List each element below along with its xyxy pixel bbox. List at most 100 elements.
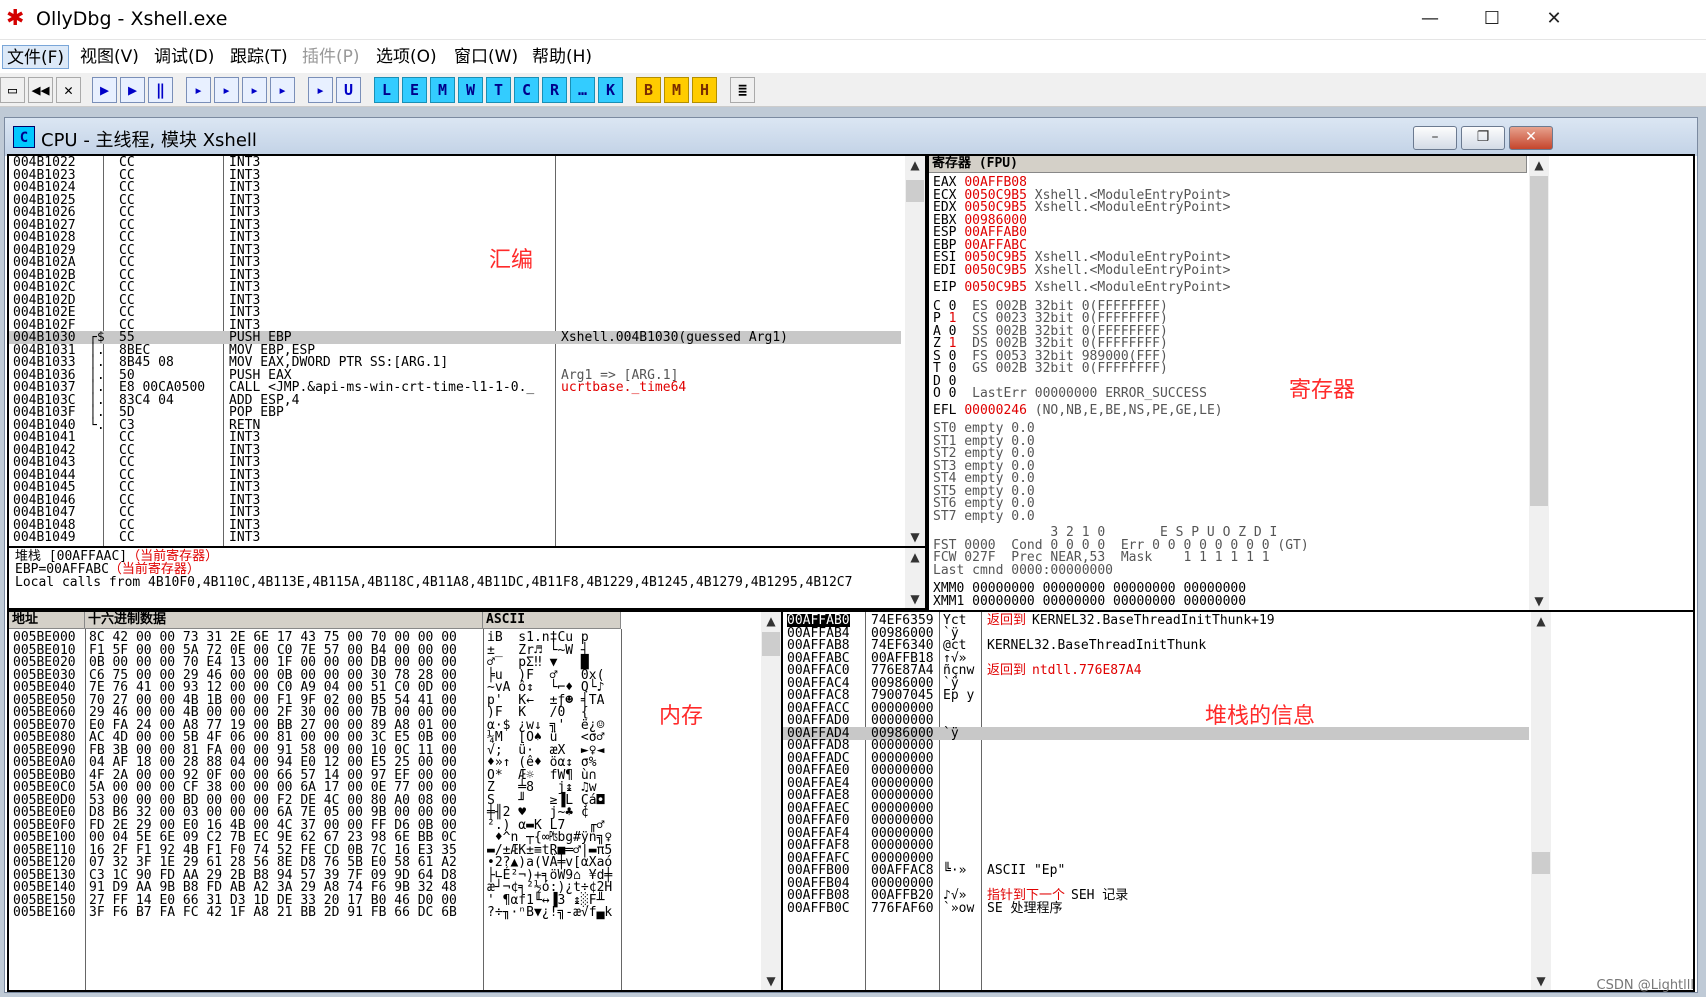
efl-value[interactable]: 00000246: [964, 403, 1027, 418]
threads-button[interactable]: T: [486, 77, 511, 103]
run-trace-button[interactable]: …: [570, 77, 595, 103]
disasm-row[interactable]: 004B103C │. 83C4 04 ADD ESP,4: [9, 394, 901, 407]
disasm-row[interactable]: 004B1025 CC INT3: [9, 194, 901, 207]
restart-icon[interactable]: ◀◀: [28, 77, 53, 103]
execute-till-user-code-icon[interactable]: U: [336, 77, 361, 103]
register-comment: Xshell.<ModuleEntryPoint>: [1026, 280, 1231, 295]
disasm-row[interactable]: 004B102E CC INT3: [9, 306, 901, 319]
cpu-restore-button[interactable]: ❐: [1461, 126, 1505, 150]
disasm-row[interactable]: 004B102C CC INT3: [9, 281, 901, 294]
disasm-row[interactable]: 004B1026 CC INT3: [9, 206, 901, 219]
close-program-icon[interactable]: ✕: [56, 77, 81, 103]
maximize-button[interactable]: ☐: [1462, 0, 1522, 40]
menu-plugins[interactable]: 插件(P): [298, 45, 364, 69]
fpu-status-row: Last cmnd 0000:00000000: [933, 564, 1113, 577]
register-value[interactable]: 0050C9B5: [964, 263, 1027, 278]
efl-row: EFL 00000246 (NO,NB,E,BE,NS,PE,GE,LE): [933, 404, 1223, 417]
run-icon[interactable]: ▶: [92, 77, 117, 103]
window-title: OllyDbg - Xshell.exe: [36, 8, 228, 30]
cpu-minimize-button[interactable]: –: [1413, 126, 1457, 150]
run-thread-icon[interactable]: ▶: [120, 77, 145, 103]
stack-address: 00AFFB0C: [787, 900, 850, 916]
toolbar: ▭ ◀◀ ✕ ▶ ▶ ‖ ▸ ▸ ▸ ▸ ▸ U L E M W T C R ……: [0, 73, 1706, 107]
jump-mark: └.: [89, 417, 105, 433]
disasm-row[interactable]: 004B1047 CC INT3: [9, 506, 901, 519]
execute-till-return-icon[interactable]: ▸: [308, 77, 333, 103]
stack-comment: KERNEL32.BaseThreadInitThunk: [987, 638, 1207, 653]
menu-debug[interactable]: 调试(D): [150, 45, 218, 69]
executables-button[interactable]: E: [402, 77, 427, 103]
disasm-row[interactable]: 004B1022 CC INT3: [9, 156, 901, 169]
step-into-icon[interactable]: ▸: [186, 77, 211, 103]
dump-scrollbar[interactable]: ▲ ▼: [761, 612, 781, 990]
stack-pane[interactable]: 00AFFAB0 74EF6359 Yct 返回到 KERNEL32.BaseThrea…: [781, 610, 1695, 992]
disasm-row[interactable]: 004B1042 CC INT3: [9, 444, 901, 457]
close-button[interactable]: ✕: [1524, 0, 1584, 40]
breakpoints-button[interactable]: B: [636, 77, 661, 103]
disasm-row[interactable]: 004B1029 CC INT3: [9, 244, 901, 257]
stack-comment: KERNEL32.BaseThreadInitThunk+19: [1032, 613, 1275, 628]
disasm-bytes: CC: [119, 530, 135, 545]
disassembly-scrollbar[interactable]: ▲ ▼: [905, 156, 925, 546]
dump-header-ascii[interactable]: ASCII: [483, 612, 621, 629]
scroll-down-icon[interactable]: ▼: [905, 528, 925, 546]
cpu-button[interactable]: C: [514, 77, 539, 103]
cpu-window-caption[interactable]: C CPU - 主线程, 模块 Xshell – ❐ ✕: [5, 118, 1697, 156]
windows-button[interactable]: W: [458, 77, 483, 103]
menu-window[interactable]: 窗口(W): [450, 45, 522, 69]
menu-trace[interactable]: 跟踪(T): [226, 45, 292, 69]
disasm-row[interactable]: 004B1023 CC INT3: [9, 169, 901, 182]
dump-header-hex[interactable]: 十六进制数据: [85, 612, 483, 629]
scroll-up-icon[interactable]: ▲: [905, 156, 925, 174]
xmm-register: XMM1 00000000 00000000 00000000 00000000: [933, 593, 1247, 609]
pause-icon[interactable]: ‖: [148, 77, 173, 103]
menu-help[interactable]: 帮助(H): [528, 45, 596, 69]
disassembly-pane[interactable]: 004B1022 CC INT3 004B1023 CC INT3 004B1024 CC IN…: [7, 154, 927, 548]
disasm-row[interactable]: 004B102B CC INT3: [9, 269, 901, 282]
dump-header-address[interactable]: 地址: [9, 612, 85, 629]
dump-address: 005BE160: [13, 905, 76, 920]
log-window-button[interactable]: L: [374, 77, 399, 103]
trace-into-icon[interactable]: ▸: [242, 77, 267, 103]
step-over-icon[interactable]: ▸: [214, 77, 239, 103]
disasm-row[interactable]: 004B102D CC INT3: [9, 294, 901, 307]
disasm-row[interactable]: 004B1040 └. C3 RETN: [9, 419, 901, 432]
disasm-row[interactable]: 004B1027 CC INT3: [9, 219, 901, 232]
references-button[interactable]: R: [542, 77, 567, 103]
disasm-row[interactable]: 004B103F │. 5D POP EBP: [9, 406, 901, 419]
disasm-row[interactable]: 004B1033 │. 8B45 08 MOV EAX,DWORD PTR SS:[A…: [9, 356, 901, 369]
disasm-row[interactable]: 004B102A CC INT3: [9, 256, 901, 269]
fpu-st-row: ST7 empty 0.0: [933, 510, 1035, 523]
call-stack-button[interactable]: K: [598, 77, 623, 103]
disasm-row[interactable]: 004B1041 CC INT3: [9, 431, 901, 444]
memory-breakpoints-button[interactable]: M: [664, 77, 689, 103]
disasm-row[interactable]: 004B1048 CC INT3: [9, 519, 901, 532]
disasm-row[interactable]: 004B1024 CC INT3: [9, 181, 901, 194]
registers-header[interactable]: 寄存器 (FPU): [929, 156, 1527, 173]
stack-row[interactable]: 00AFFB0C 776FAF60 `»ow SE 处理程序: [783, 902, 1529, 915]
xmm-row: XMM1 00000000 00000000 00000000 00000000: [933, 595, 1246, 608]
disasm-row[interactable]: 004B1046 CC INT3: [9, 494, 901, 507]
memory-dump-pane[interactable]: 地址 十六进制数据 ASCII 005BE000 8C 42 00 00 73 3…: [7, 610, 783, 992]
list-icon[interactable]: ≣: [730, 77, 755, 103]
disasm-row[interactable]: 004B1045 CC INT3: [9, 481, 901, 494]
disasm-row[interactable]: 004B1043 CC INT3: [9, 456, 901, 469]
cpu-window: C CPU - 主线程, 模块 Xshell – ❐ ✕ 004B1022 CC I…: [4, 117, 1698, 993]
menu-options[interactable]: 选项(O): [372, 45, 441, 69]
disasm-row[interactable]: 004B1044 CC INT3: [9, 469, 901, 482]
disasm-row[interactable]: 004B1028 CC INT3: [9, 231, 901, 244]
cpu-close-button[interactable]: ✕: [1509, 126, 1553, 150]
hardware-breakpoints-button[interactable]: H: [692, 77, 717, 103]
info-scrollbar[interactable]: ▲ ▼: [905, 548, 925, 608]
disasm-row[interactable]: 004B1049 CC INT3: [9, 531, 901, 544]
stack-scrollbar[interactable]: ▲ ▼: [1531, 612, 1551, 990]
register-value[interactable]: 0050C9B5: [964, 280, 1027, 295]
menu-file[interactable]: 文件(F): [2, 45, 70, 69]
memory-map-button[interactable]: M: [430, 77, 455, 103]
minimize-button[interactable]: —: [1400, 0, 1460, 40]
registers-pane[interactable]: 寄存器 (FPU) EAX 00AFFB08 ECX 0050C9B5 Xshel…: [927, 154, 1695, 612]
menu-view[interactable]: 视图(V): [76, 45, 143, 69]
trace-over-icon[interactable]: ▸: [270, 77, 295, 103]
open-file-icon[interactable]: ▭: [0, 77, 25, 103]
registers-scrollbar[interactable]: ▲ ▼: [1529, 156, 1549, 610]
